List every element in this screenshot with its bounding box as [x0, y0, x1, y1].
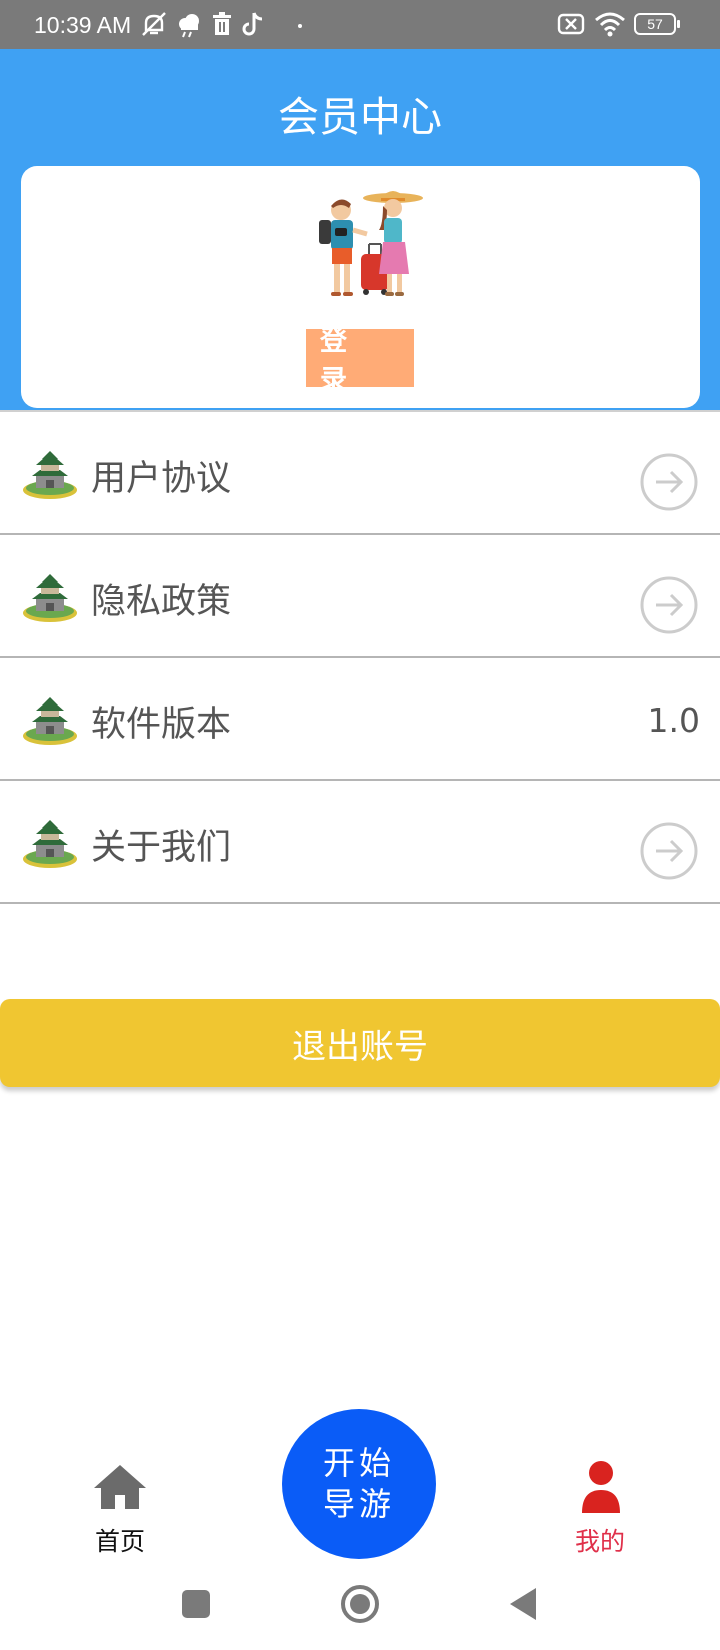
member-card: 登 录 [21, 166, 700, 408]
wifi-icon [595, 12, 625, 37]
pagoda-icon [23, 697, 77, 745]
battery-icon: 57 [634, 13, 676, 35]
version-value: 1.0 [647, 701, 700, 740]
cloud-icon [179, 14, 199, 38]
battery-tip [677, 20, 680, 28]
menu-item-software-version: 软件版本 1.0 [0, 658, 720, 781]
start-tour-line1: 开始 [322, 1444, 395, 1482]
home-button[interactable] [341, 1585, 379, 1623]
menu-item-label: 软件版本 [91, 705, 232, 745]
alarm-off-icon [142, 12, 166, 36]
nav-mine-label[interactable]: 我的 [540, 1522, 660, 1558]
menu-item-about-us[interactable]: 关于我们 [0, 781, 720, 904]
start-tour-label: 开始 导游 [314, 1443, 404, 1525]
back-button[interactable] [510, 1588, 536, 1620]
system-nav-bar [182, 1585, 536, 1623]
menu-item-privacy-policy[interactable]: 隐私政策 [0, 535, 720, 658]
page-title: 会员中心 [278, 93, 442, 141]
tiktok-icon [242, 12, 263, 36]
home-icon[interactable] [93, 1464, 147, 1510]
menu-item-label: 用户协议 [91, 459, 232, 499]
sim-off-icon [557, 13, 585, 35]
trash-icon [213, 12, 231, 35]
menu-item-label: 关于我们 [91, 828, 232, 868]
header: 会员中心 登 录 [0, 49, 720, 410]
menu-list: 用户协议 隐私政策 软件版本 1.0 关于我们 [0, 410, 720, 904]
person-icon[interactable] [580, 1460, 622, 1514]
recents-button[interactable] [182, 1590, 210, 1618]
nav-home-label[interactable]: 首页 [60, 1522, 180, 1558]
travelers-illustration [319, 191, 423, 296]
arrow-right-icon[interactable] [639, 575, 699, 635]
status-bar: 10:39 AM 57 [0, 0, 720, 49]
status-time: 10:39 AM [34, 12, 132, 38]
pagoda-icon [23, 451, 77, 499]
menu-item-label: 隐私政策 [91, 582, 232, 622]
battery-level: 57 [647, 16, 663, 32]
start-tour-line2: 导游 [322, 1485, 395, 1523]
pagoda-icon [23, 820, 77, 868]
login-button[interactable]: 登 录 [306, 326, 414, 396]
arrow-right-icon[interactable] [639, 821, 699, 881]
arrow-right-icon[interactable] [639, 452, 699, 512]
menu-item-user-agreement[interactable]: 用户协议 [0, 410, 720, 535]
pagoda-icon [23, 574, 77, 622]
start-tour-button[interactable]: 开始 导游 [282, 1409, 436, 1559]
dot-icon [298, 24, 302, 28]
logout-button[interactable]: 退出账号 [0, 999, 720, 1087]
